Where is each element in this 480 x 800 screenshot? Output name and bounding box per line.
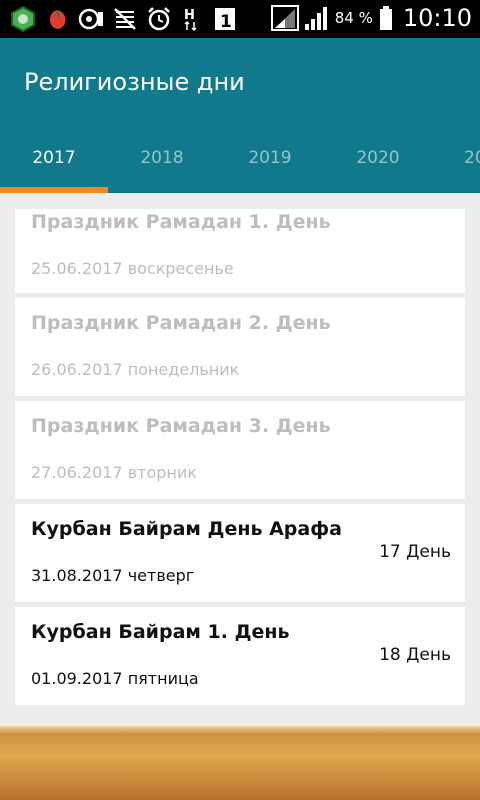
app-bar: Религиозные дни 2017 2018 2019 2020 20	[0, 38, 480, 193]
year-tabs: 2017 2018 2019 2020 20	[0, 138, 480, 193]
status-bar: H 1 84 % 10:10	[0, 0, 480, 38]
list-item[interactable]: Курбан Байрам 1. День 01.09.2017 пятница…	[15, 607, 465, 705]
network-h-icon: H	[180, 6, 206, 32]
event-date: 31.08.2017 четверг	[31, 566, 195, 585]
mute-icon	[112, 6, 138, 32]
event-date: 27.06.2017 вторник	[31, 463, 197, 482]
signal-icon	[270, 5, 299, 31]
svg-text:H: H	[184, 8, 195, 23]
event-date: 01.09.2017 пятница	[31, 669, 199, 688]
tab-2017[interactable]: 2017	[0, 138, 108, 190]
app-badge-icon	[10, 5, 36, 33]
event-title: Праздник Рамадан 3. День	[31, 415, 331, 437]
clock: 10:10	[402, 4, 472, 32]
battery-icon	[379, 5, 393, 31]
page-title: Религиозные дни	[24, 68, 245, 96]
decorative-banner	[0, 726, 480, 800]
battery-percent: 84 %	[334, 9, 373, 27]
event-title: Курбан Байрам 1. День	[31, 621, 290, 643]
tab-2019[interactable]: 2019	[216, 138, 324, 190]
days-remaining: 17 День	[379, 542, 451, 562]
tab-next-year[interactable]: 20	[432, 138, 480, 190]
event-date: 26.06.2017 понедельник	[31, 360, 240, 379]
tab-indicator	[0, 187, 108, 193]
event-date: 25.06.2017 воскресенье	[31, 259, 234, 278]
tab-2020[interactable]: 2020	[324, 138, 432, 190]
image-icon	[78, 6, 104, 32]
tab-2018[interactable]: 2018	[108, 138, 216, 190]
list-item[interactable]: Праздник Рамадан 2. День 26.06.2017 поне…	[15, 298, 465, 396]
event-title: Праздник Рамадан 2. День	[31, 312, 331, 334]
list-item[interactable]: Курбан Байрам День Арафа 31.08.2017 четв…	[15, 504, 465, 602]
svg-text:1: 1	[220, 12, 232, 32]
system-indicators: 84 % 10:10	[270, 4, 472, 32]
flower-icon	[44, 6, 70, 32]
notification-icons: H 1	[10, 5, 240, 33]
event-title: Праздник Рамадан 1. День	[31, 211, 331, 233]
event-title: Курбан Байрам День Арафа	[31, 518, 342, 540]
signal-icon	[303, 5, 329, 31]
list-item[interactable]: Праздник Рамадан 1. День 25.06.2017 воск…	[15, 209, 465, 293]
alarm-icon	[146, 6, 172, 32]
days-remaining: 18 День	[379, 645, 451, 665]
sim-1-icon: 1	[214, 6, 240, 32]
list-item[interactable]: Праздник Рамадан 3. День 27.06.2017 втор…	[15, 401, 465, 499]
